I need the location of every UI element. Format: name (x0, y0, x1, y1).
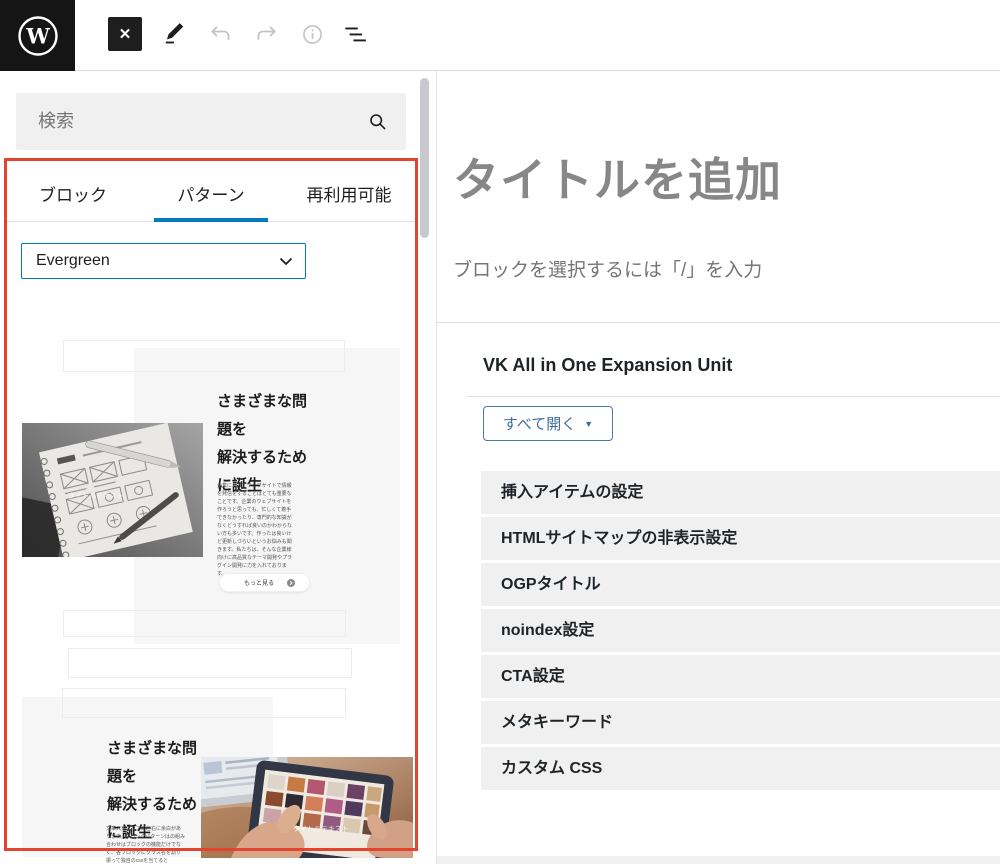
search-icon (366, 110, 390, 134)
pattern1-photo-notebook[interactable]: タイトルテキスト (22, 423, 203, 557)
sidebar-scrollbar[interactable] (420, 78, 429, 238)
section-insert-items[interactable]: 挿入アイテムの設定 (481, 471, 1000, 514)
metabox-title-divider (467, 396, 1000, 397)
redo-button[interactable] (252, 21, 280, 47)
search-input[interactable] (16, 111, 366, 132)
edit-mode-button[interactable] (161, 21, 189, 47)
metabox-title: VK All in One Expansion Unit (483, 352, 732, 378)
selected-category-label: Evergreen (36, 252, 110, 270)
arrow-circle-icon (287, 579, 295, 587)
info-button[interactable] (298, 21, 326, 47)
expand-all-button[interactable]: すべて開く ▼ (483, 406, 613, 441)
undo-button[interactable] (207, 21, 235, 47)
tab-reusable[interactable]: 再利用可能 (280, 166, 418, 221)
section-html-sitemap[interactable]: HTMLサイトマップの非表示設定 (481, 517, 1000, 560)
section-meta-keywords[interactable]: メタキーワード (481, 701, 1000, 744)
redo-icon (253, 21, 279, 47)
section-cta[interactable]: CTA設定 (481, 655, 1000, 698)
pattern2-body-text[interactable]: 文章入力エリアの左右に余白があります。ブロックパターンはの組み合わせはブロックの… (106, 825, 186, 864)
pattern2-photo-caption: タイトルテキスト (293, 824, 349, 833)
pattern1-body-text[interactable]: 企業にとってウェブサイトで情報を発信をすることはとても重要なことです。企業のウェ… (217, 482, 297, 574)
wordpress-logo-icon: W (17, 15, 59, 57)
wordpress-logo-button[interactable]: W (0, 0, 75, 71)
pencil-icon (162, 21, 188, 47)
post-title-input[interactable]: タイトルを追加 (453, 151, 782, 209)
editor-canvas: タイトルを追加 ブロックを選択するには「/」を入力 VK All in One … (437, 71, 1000, 856)
close-inserter-button[interactable]: ✕ (108, 17, 142, 51)
chevron-down-icon (279, 257, 293, 266)
list-view-button[interactable] (341, 21, 369, 47)
tab-blocks[interactable]: ブロック (4, 166, 142, 221)
section-noindex[interactable]: noindex設定 (481, 609, 1000, 652)
metabox-separator (437, 322, 1000, 323)
pattern-search-box (16, 93, 406, 150)
inserter-tabs: ブロック パターン 再利用可能 (4, 166, 418, 222)
editor-top-bar: W ✕ (0, 0, 1000, 71)
block-appender-placeholder[interactable]: ブロックを選択するには「/」を入力 (453, 255, 762, 282)
svg-text:W: W (25, 23, 50, 48)
pattern-category-select[interactable]: Evergreen (21, 243, 306, 279)
undo-icon (208, 21, 234, 47)
tab-patterns[interactable]: パターン (142, 166, 280, 221)
pattern1-spacer-box (63, 340, 345, 372)
caret-down-icon: ▼ (584, 419, 593, 429)
pattern1-bottom-spacer-box (63, 610, 346, 637)
pattern2-photo-tablet[interactable]: タイトルテキスト (201, 757, 413, 858)
close-icon: ✕ (119, 25, 132, 43)
section-custom-css[interactable]: カスタム CSS (481, 747, 1000, 790)
info-icon (300, 22, 325, 47)
pattern1-photo-caption: タイトルテキスト (68, 491, 124, 500)
pattern1-more-button[interactable]: もっと見る (219, 573, 310, 592)
pattern2-spacer-box-b (62, 688, 346, 718)
section-ogp-title[interactable]: OGPタイトル (481, 563, 1000, 606)
inserter-sidebar: ブロック パターン 再利用可能 Evergreen (0, 71, 437, 864)
pattern2-spacer-box-a (68, 648, 352, 678)
list-view-icon (342, 21, 369, 48)
